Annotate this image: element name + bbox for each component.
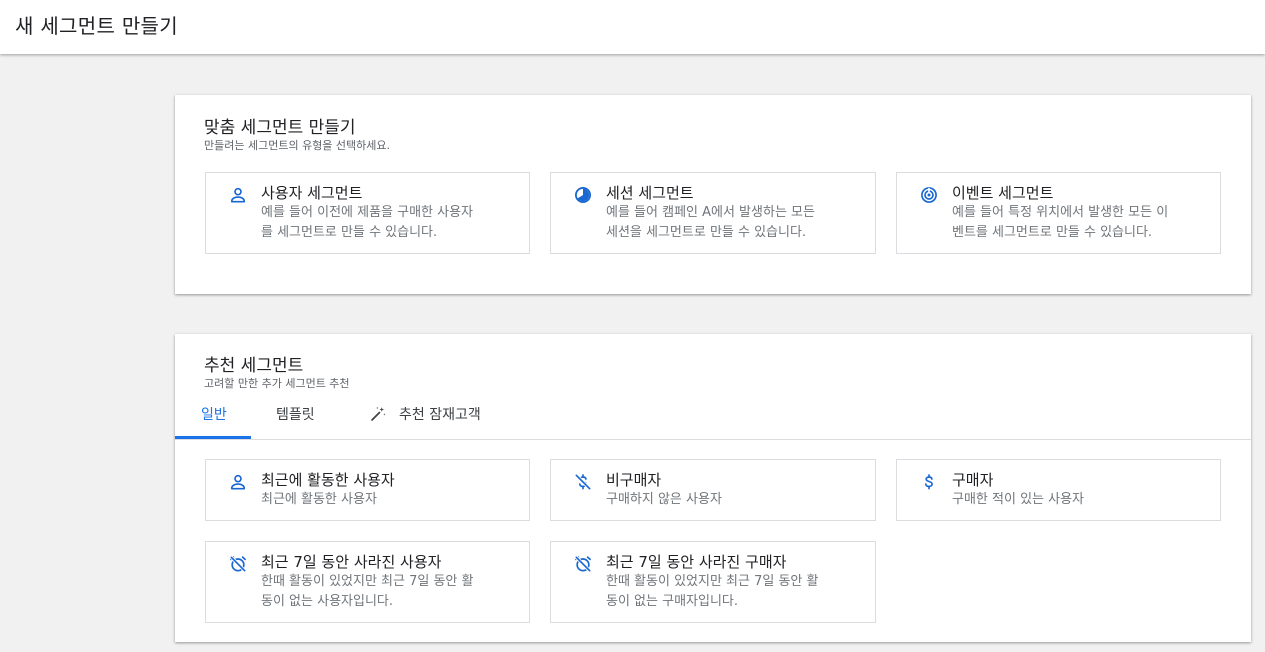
session-icon — [573, 185, 593, 205]
lapsed-users-7d-option[interactable]: 최근 7일 동안 사라진 사용자 한때 활동이 있었지만 최근 7일 동안 활 … — [205, 541, 530, 623]
alarm-off-icon — [228, 554, 248, 574]
suggested-segments-title: 추천 세그먼트 — [204, 356, 304, 376]
page-title: 새 세그먼트 만들기 — [15, 14, 178, 38]
event-icon — [919, 185, 939, 205]
event-segment-option[interactable]: 이벤트 세그먼트 예를 들어 특정 위치에서 발생한 모든 이 벤트를 세그먼트… — [896, 172, 1221, 254]
option-description: 구매한 적이 있는 사용자 — [952, 492, 1084, 507]
option-title: 구매자 — [952, 471, 994, 489]
tab-general[interactable]: 일반 — [201, 404, 227, 424]
alarm-off-icon — [573, 554, 593, 574]
custom-segment-title: 맞춤 세그먼트 만들기 — [204, 118, 356, 138]
tab-suggested-audiences[interactable]: 추천 잠재고객 — [369, 404, 481, 424]
magic-wand-icon — [369, 405, 387, 423]
dollar-icon — [919, 472, 939, 492]
tab-label: 추천 잠재고객 — [399, 407, 481, 423]
person-icon — [228, 472, 248, 492]
suggestion-tabs: 일반 템플릿 추천 잠재고객 — [175, 396, 1251, 440]
option-title: 세션 세그먼트 — [606, 184, 694, 202]
option-title: 최근 7일 동안 사라진 사용자 — [261, 553, 442, 571]
option-title: 비구매자 — [606, 471, 662, 489]
option-description: 최근에 활동한 사용자 — [261, 492, 377, 507]
option-description: 한때 활동이 있었지만 최근 7일 동안 활 동이 없는 사용자입니다. — [261, 574, 474, 609]
option-title: 최근 7일 동안 사라진 구매자 — [606, 553, 787, 571]
tab-templates[interactable]: 템플릿 — [276, 404, 315, 424]
option-title: 최근에 활동한 사용자 — [261, 471, 395, 489]
purchasers-option[interactable]: 구매자 구매한 적이 있는 사용자 — [896, 459, 1221, 521]
suggested-segments-card: 추천 세그먼트 고려할 만한 추가 세그먼트 추천 일반 템플릿 추천 잠재고객… — [175, 334, 1251, 642]
custom-segment-subtitle: 만들려는 세그먼트의 유형을 선택하세요. — [204, 139, 391, 152]
option-title: 이벤트 세그먼트 — [952, 184, 1054, 202]
option-description: 한때 활동이 있었지만 최근 7일 동안 활 동이 없는 구매자입니다. — [606, 574, 819, 609]
lapsed-purchasers-7d-option[interactable]: 최근 7일 동안 사라진 구매자 한때 활동이 있었지만 최근 7일 동안 활 … — [550, 541, 876, 623]
no-dollar-icon — [573, 472, 593, 492]
option-description: 예를 들어 특정 위치에서 발생한 모든 이 벤트를 세그먼트로 만들 수 있습… — [952, 205, 1169, 240]
option-description: 예를 들어 이전에 제품을 구매한 사용자 를 세그먼트로 만들 수 있습니다. — [261, 205, 474, 240]
suggested-segments-subtitle: 고려할 만한 추가 세그먼트 추천 — [204, 377, 350, 390]
non-purchasers-option[interactable]: 비구매자 구매하지 않은 사용자 — [550, 459, 876, 521]
session-segment-option[interactable]: 세션 세그먼트 예를 들어 캠페인 A에서 발생하는 모든 세션을 세그먼트로 … — [550, 172, 876, 254]
recently-active-users-option[interactable]: 최근에 활동한 사용자 최근에 활동한 사용자 — [205, 459, 530, 521]
option-description: 예를 들어 캠페인 A에서 발생하는 모든 세션을 세그먼트로 만들 수 있습니… — [606, 205, 815, 240]
option-title: 사용자 세그먼트 — [261, 184, 363, 202]
user-segment-option[interactable]: 사용자 세그먼트 예를 들어 이전에 제품을 구매한 사용자 를 세그먼트로 만… — [205, 172, 530, 254]
custom-segment-card: 맞춤 세그먼트 만들기 만들려는 세그먼트의 유형을 선택하세요. 사용자 세그… — [175, 95, 1251, 294]
person-icon — [228, 185, 248, 205]
active-tab-indicator — [175, 436, 251, 439]
option-description: 구매하지 않은 사용자 — [606, 492, 722, 507]
top-app-bar: 새 세그먼트 만들기 — [0, 0, 1265, 54]
